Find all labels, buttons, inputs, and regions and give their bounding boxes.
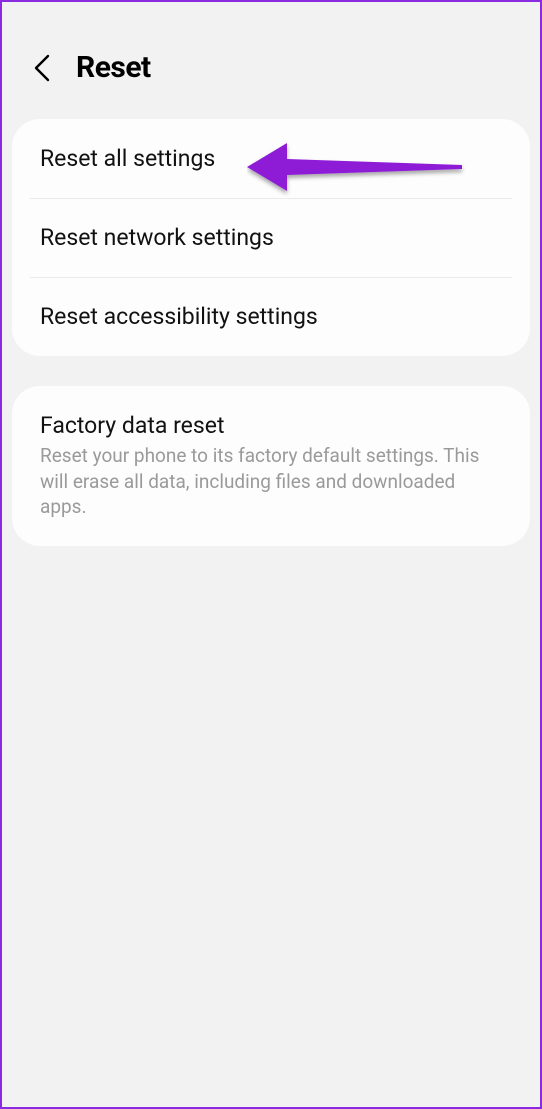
list-item-label: Factory data reset bbox=[40, 412, 502, 439]
reset-options-card: Reset all settings Reset network setting… bbox=[12, 119, 530, 356]
reset-network-settings-item[interactable]: Reset network settings bbox=[12, 198, 530, 277]
list-item-label: Reset all settings bbox=[40, 145, 502, 172]
list-item-description: Reset your phone to its factory default … bbox=[40, 443, 502, 520]
back-icon[interactable] bbox=[32, 57, 54, 79]
list-item-label: Reset network settings bbox=[40, 224, 502, 251]
list-item-label: Reset accessibility settings bbox=[40, 303, 502, 330]
page-title: Reset bbox=[76, 50, 151, 85]
factory-data-reset-item[interactable]: Factory data reset Reset your phone to i… bbox=[12, 386, 530, 546]
reset-accessibility-settings-item[interactable]: Reset accessibility settings bbox=[12, 277, 530, 356]
reset-all-settings-item[interactable]: Reset all settings bbox=[12, 119, 530, 198]
header: Reset bbox=[2, 2, 540, 119]
factory-reset-card: Factory data reset Reset your phone to i… bbox=[12, 386, 530, 546]
